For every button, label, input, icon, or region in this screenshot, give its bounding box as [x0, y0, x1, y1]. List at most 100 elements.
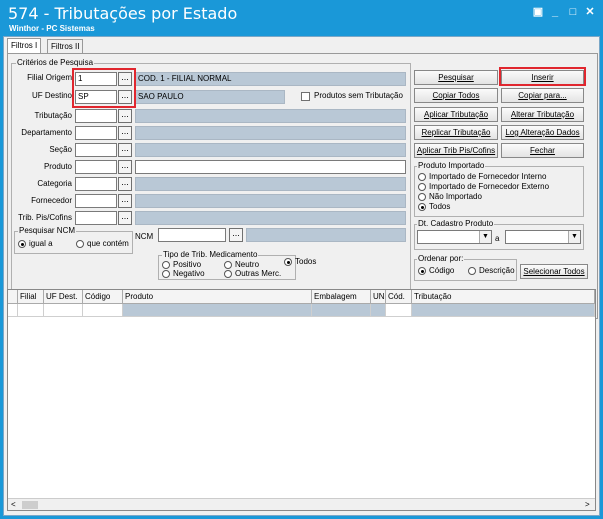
trib-pis-cofins-input[interactable]: [75, 211, 117, 225]
scroll-left-icon[interactable]: <: [11, 500, 16, 510]
tab-filtros-ii[interactable]: Filtros II: [47, 39, 84, 53]
chevron-down-icon[interactable]: ▼: [568, 231, 580, 243]
grid-header-codigo[interactable]: Código: [83, 290, 123, 304]
grid-cell[interactable]: [123, 304, 312, 317]
grid-header-un[interactable]: UN: [371, 290, 386, 304]
grid-row-indicator: [8, 304, 18, 317]
results-grid[interactable]: Filial UF Dest. Código Produto Embalagem…: [7, 289, 596, 511]
grid-header-filial[interactable]: Filial: [18, 290, 44, 304]
grid-cell[interactable]: [412, 304, 595, 317]
categoria-label: Categoria: [37, 179, 72, 188]
importado-todos-radio[interactable]: [418, 203, 426, 211]
grid-header-embalagem[interactable]: Embalagem: [312, 290, 371, 304]
ncm-igual-radio[interactable]: [18, 240, 26, 248]
fornecedor-input[interactable]: [75, 194, 117, 208]
tab-panel-filtros-i: Critérios de Pesquisa Filial Origem 1 ..…: [7, 53, 598, 319]
importado-interno-radio[interactable]: [418, 173, 426, 181]
tributacao-lookup-button[interactable]: ...: [118, 109, 132, 123]
close-icon[interactable]: ✕: [583, 5, 597, 19]
grid-cell[interactable]: [44, 304, 83, 317]
trib-pis-cofins-lookup-button[interactable]: ...: [118, 211, 132, 225]
tributacao-description: [135, 109, 406, 123]
secao-lookup-button[interactable]: ...: [118, 143, 132, 157]
departamento-lookup-button[interactable]: ...: [118, 126, 132, 140]
tributacao-label: Tributação: [34, 111, 73, 120]
selecionar-todos-button[interactable]: Selecionar Todos: [520, 264, 588, 279]
aplicar-tributacao-button[interactable]: Aplicar Tributação: [414, 107, 498, 122]
ncm-contem-label: que contém: [87, 239, 129, 248]
categoria-input[interactable]: [75, 177, 117, 191]
maximize-icon[interactable]: □: [566, 5, 580, 19]
nao-importado-radio[interactable]: [418, 193, 426, 201]
log-alteracao-dados-button[interactable]: Log Alteração Dados: [501, 125, 584, 140]
dt-cadastro-sep: a: [495, 234, 500, 243]
grid-header-uf-dest[interactable]: UF Dest.: [44, 290, 83, 304]
criteria-group-title: Critérios de Pesquisa: [16, 58, 95, 67]
alterar-tributacao-button[interactable]: Alterar Tributação: [501, 107, 584, 122]
dt-cadastro-inicio-combo[interactable]: ▼: [417, 230, 492, 244]
produtos-sem-tributacao-label: Produtos sem Tributação: [314, 91, 403, 100]
grid-indicator-header: [8, 290, 18, 304]
importado-todos-label: Todos: [429, 202, 451, 211]
scroll-thumb[interactable]: [22, 501, 38, 509]
horizontal-scrollbar[interactable]: < >: [8, 498, 595, 510]
scroll-right-icon[interactable]: >: [585, 500, 590, 510]
restore-icon[interactable]: ▣: [531, 5, 545, 19]
ncm-description: [246, 228, 406, 242]
minimize-icon[interactable]: _: [548, 5, 562, 19]
window-subtitle: Winthor - PC Sistemas: [9, 24, 95, 33]
copiar-todos-button[interactable]: Copiar Todos: [414, 88, 498, 103]
ordenar-codigo-radio[interactable]: [418, 267, 426, 275]
ordenar-por-title: Ordenar por:: [417, 254, 465, 263]
grid-cell[interactable]: [312, 304, 371, 317]
fornecedor-lookup-button[interactable]: ...: [118, 194, 132, 208]
grid-header-produto[interactable]: Produto: [123, 290, 312, 304]
chevron-down-icon[interactable]: ▼: [479, 231, 491, 243]
medicamento-todos-radio[interactable]: [284, 258, 292, 266]
medicamento-outras-radio[interactable]: [224, 270, 232, 278]
produto-input[interactable]: [75, 160, 117, 174]
importado-externo-label: Importado de Fornecedor Externo: [429, 182, 550, 191]
grid-header-tributacao[interactable]: Tributação: [412, 290, 595, 304]
aplicar-trib-pis-cofins-button[interactable]: Aplicar Trib Pis/Cofins: [414, 143, 498, 158]
departamento-input[interactable]: [75, 126, 117, 140]
medicamento-negativo-radio[interactable]: [162, 270, 170, 278]
departamento-label: Departamento: [21, 128, 72, 137]
replicar-tributacao-button[interactable]: Replicar Tributação: [414, 125, 498, 140]
filial-origem-description: COD. 1 - FILIAL NORMAL: [135, 72, 406, 86]
secao-input[interactable]: [75, 143, 117, 157]
fechar-button[interactable]: Fechar: [501, 143, 584, 158]
fornecedor-label: Fornecedor: [31, 196, 72, 205]
produto-label: Produto: [43, 162, 72, 171]
dt-cadastro-title: Dt. Cadastro Produto: [417, 219, 495, 228]
grid-cell[interactable]: [386, 304, 412, 317]
title-bar[interactable]: 574 - Tributações por Estado Winthor - P…: [0, 0, 603, 36]
pesquisar-button[interactable]: Pesquisar: [414, 70, 498, 85]
grid-cell[interactable]: [18, 304, 44, 317]
uf-destino-description: SAO PAULO: [135, 90, 285, 104]
pesquisar-ncm-title: Pesquisar NCM: [18, 226, 77, 235]
fornecedor-description: [135, 194, 406, 208]
tributacao-input[interactable]: [75, 109, 117, 123]
produto-lookup-button[interactable]: ...: [118, 160, 132, 174]
uf-destino-label: UF Destino: [31, 91, 72, 100]
produtos-sem-tributacao-checkbox[interactable]: [301, 92, 310, 101]
medicamento-neutro-radio[interactable]: [224, 261, 232, 269]
trib-pis-cofins-description: [135, 211, 406, 225]
ncm-contem-radio[interactable]: [76, 240, 84, 248]
ncm-label: NCM: [135, 232, 154, 241]
ncm-lookup-button[interactable]: ...: [229, 228, 243, 242]
grid-header-cod[interactable]: Cód.: [386, 290, 412, 304]
grid-cell[interactable]: [371, 304, 386, 317]
dt-cadastro-fim-combo[interactable]: ▼: [505, 230, 581, 244]
grid-cell[interactable]: [83, 304, 123, 317]
importado-interno-label: Importado de Fornecedor Interno: [429, 172, 547, 181]
window-title: 574 - Tributações por Estado: [8, 4, 238, 23]
tab-filtros-i[interactable]: Filtros I: [7, 38, 42, 53]
ncm-input[interactable]: [158, 228, 226, 242]
copiar-para-button[interactable]: Copiar para...: [501, 88, 584, 103]
importado-externo-radio[interactable]: [418, 183, 426, 191]
categoria-lookup-button[interactable]: ...: [118, 177, 132, 191]
ordenar-descricao-radio[interactable]: [468, 267, 476, 275]
medicamento-positivo-radio[interactable]: [162, 261, 170, 269]
